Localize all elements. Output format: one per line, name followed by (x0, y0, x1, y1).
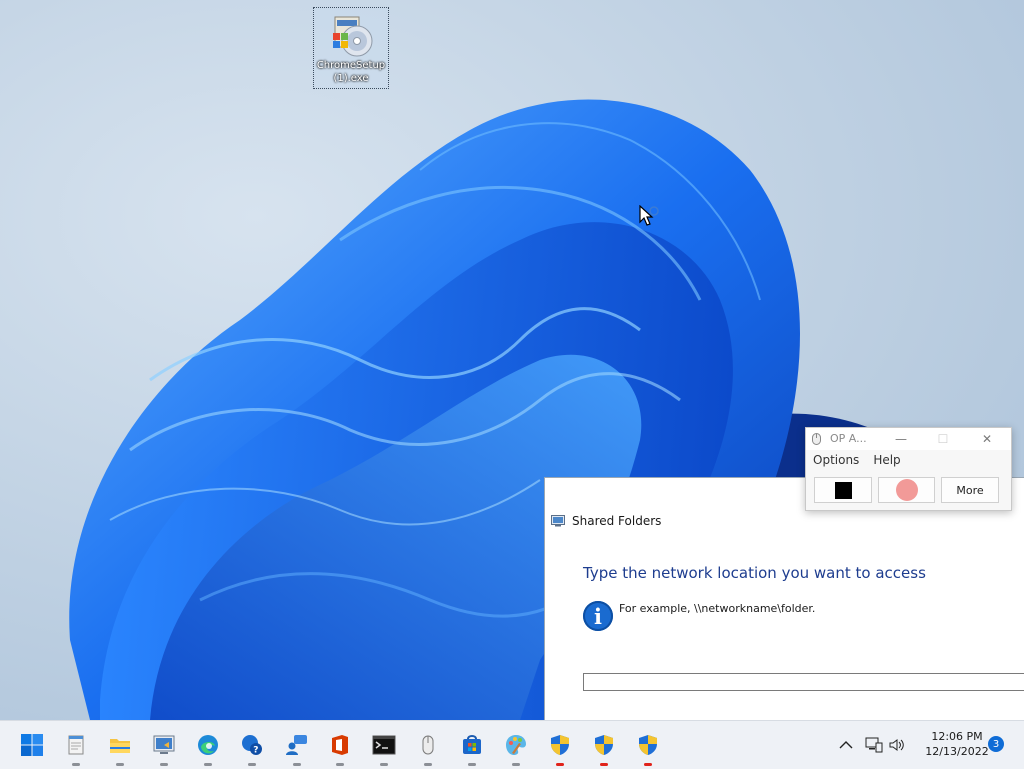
taskbar-op-auto-clicker[interactable] (413, 730, 443, 766)
attention-indicator (600, 763, 608, 766)
taskbar-store[interactable] (457, 730, 487, 766)
mouse-icon (422, 735, 434, 755)
desktop[interactable]: ChromeSetup (1).exe Shared Folders Type … (0, 0, 1024, 720)
more-button[interactable]: More (941, 477, 999, 503)
notepad-icon (68, 735, 84, 755)
wizard-heading: Type the network location you want to ac… (583, 564, 926, 582)
op-title: OP A... (830, 432, 867, 445)
taskbar-notepad[interactable] (61, 730, 91, 766)
attention-indicator (644, 763, 652, 766)
start-icon (21, 734, 43, 756)
network-button[interactable] (862, 721, 886, 769)
info-icon: i (583, 601, 613, 631)
stop-button[interactable] (814, 477, 872, 503)
taskbar-edge[interactable] (193, 730, 223, 766)
chevron-up-icon (839, 741, 853, 749)
security-shield-icon (639, 735, 657, 755)
office-icon (332, 735, 348, 755)
record-icon (895, 479, 918, 501)
svg-text:?: ? (253, 746, 258, 756)
op-titlebar[interactable]: OP A... — ☐ ✕ (806, 428, 1011, 450)
taskbar-uac-1[interactable] (545, 730, 575, 766)
volume-button[interactable] (886, 721, 908, 769)
running-indicator (336, 763, 344, 766)
taskbar-file-explorer[interactable] (105, 730, 135, 766)
clock-time: 12:06 PM (931, 730, 983, 743)
running-indicator (512, 763, 520, 766)
maximize-button[interactable]: ☐ (928, 428, 958, 450)
running-indicator (160, 763, 168, 766)
store-icon (463, 735, 481, 754)
taskbar-remote-desktop[interactable] (149, 730, 179, 766)
running-indicator (204, 763, 212, 766)
taskbar-uac-3[interactable] (633, 730, 663, 766)
speaker-icon (889, 739, 904, 751)
running-indicator (116, 763, 124, 766)
paint-icon (506, 735, 526, 755)
record-button[interactable] (878, 477, 935, 503)
taskbar-people[interactable] (282, 730, 312, 766)
edge-icon (198, 735, 218, 755)
desktop-icon-label: ChromeSetup (1).exe (316, 60, 386, 84)
mouse-pointer-icon (639, 205, 659, 226)
notification-badge[interactable]: 3 (988, 736, 1004, 752)
running-indicator (248, 763, 256, 766)
start-button[interactable] (17, 730, 47, 760)
minimize-button[interactable]: — (886, 428, 916, 450)
menu-help[interactable]: Help (873, 453, 900, 471)
security-shield-icon (551, 735, 569, 755)
installer-cd-icon (333, 16, 373, 57)
security-shield-icon (595, 735, 613, 755)
taskbar: ? 12:06 PM 12/13/2022 (0, 720, 1024, 769)
taskbar-get-help[interactable]: ? (237, 730, 267, 766)
more-label: More (956, 483, 984, 497)
network-icon (865, 737, 883, 753)
shared-folders-wizard[interactable]: Shared Folders Type the network location… (544, 477, 1024, 720)
taskbar-paint[interactable] (501, 730, 531, 766)
stop-icon (834, 481, 852, 499)
attention-indicator (556, 763, 564, 766)
computer-management-icon (551, 515, 565, 527)
wizard-title-row: Shared Folders (551, 514, 661, 528)
get-help-icon: ? (242, 735, 262, 756)
taskbar-terminal[interactable] (369, 730, 399, 766)
show-hidden-icons-button[interactable] (836, 721, 856, 769)
running-indicator (293, 763, 301, 766)
wizard-title: Shared Folders (572, 514, 662, 528)
taskbar-office[interactable] (325, 730, 355, 766)
close-button[interactable]: ✕ (972, 428, 1002, 450)
wizard-info: i For example, \\networkname\folder. (583, 601, 815, 631)
wizard-example-text: For example, \\networkname\folder. (619, 602, 816, 615)
mouse-icon (812, 433, 821, 445)
terminal-icon (372, 735, 396, 755)
running-indicator (468, 763, 476, 766)
people-icon (286, 735, 307, 755)
running-indicator (424, 763, 432, 766)
taskbar-uac-2[interactable] (589, 730, 619, 766)
running-indicator (380, 763, 388, 766)
remote-desktop-icon (153, 735, 175, 754)
clock-date: 12/13/2022 (925, 745, 989, 758)
op-menu-bar: Options Help (806, 453, 908, 471)
desktop-icon-chromesetup[interactable]: ChromeSetup (1).exe (313, 7, 389, 89)
clock[interactable]: 12:06 PM 12/13/2022 (918, 729, 996, 759)
running-indicator (72, 763, 80, 766)
op-auto-clicker-window[interactable]: OP A... — ☐ ✕ Options Help More (805, 427, 1012, 511)
file-explorer-icon (110, 739, 130, 753)
network-location-input[interactable] (583, 673, 1024, 691)
menu-options[interactable]: Options (813, 453, 859, 471)
